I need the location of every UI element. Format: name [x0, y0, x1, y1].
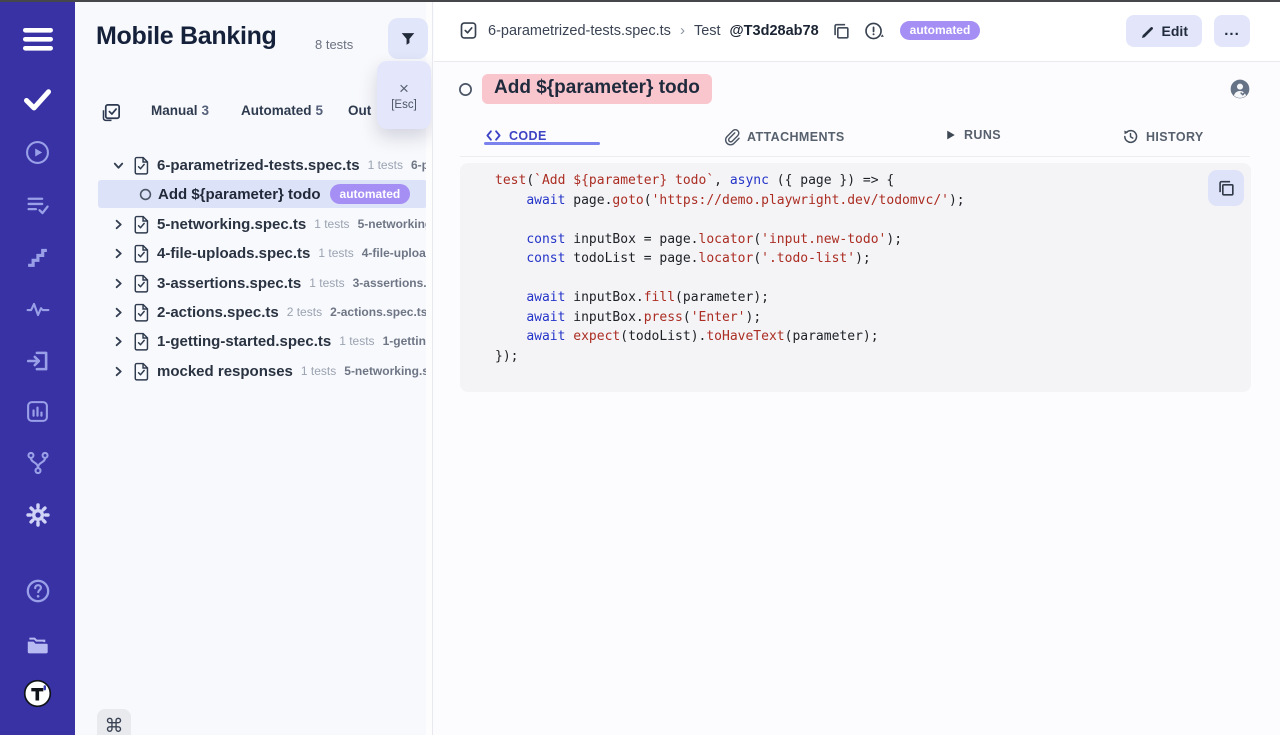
tab-attachments[interactable]: ATTACHMENTS: [723, 128, 845, 146]
test-id: @T3d28ab78: [730, 23, 819, 39]
test-circle-icon: [458, 82, 473, 97]
spec-file-icon: [132, 302, 151, 323]
reports-barchart-icon[interactable]: [0, 399, 75, 424]
tree-row-spec-file[interactable]: 5-networking.spec.ts 1 tests 5-networkin…: [75, 209, 433, 239]
project-title: Mobile Banking: [96, 22, 277, 51]
paperclip-icon: [723, 128, 740, 146]
copy-code-button[interactable]: [1208, 170, 1244, 206]
history-clock-icon: [1122, 128, 1139, 145]
tree-row-suite[interactable]: mocked responses 1 tests 5-networking.sp…: [75, 356, 433, 386]
pencil-icon: [1140, 23, 1155, 38]
tree-row-spec-file[interactable]: 2-actions.spec.ts 2 tests 2-actions.spec…: [75, 297, 433, 327]
runs-play-circle-icon[interactable]: [0, 140, 75, 165]
select-all-icon[interactable]: [101, 102, 122, 123]
branches-icon[interactable]: [0, 450, 75, 476]
settings-gear-icon[interactable]: [0, 502, 75, 528]
copy-icon: [1216, 178, 1236, 198]
app-navbar: [0, 0, 75, 735]
tree-row-spec-file[interactable]: 3-assertions.spec.ts 1 tests 3-assertion…: [75, 268, 433, 298]
tests-check-icon[interactable]: [0, 89, 75, 111]
tab-code[interactable]: CODE: [485, 128, 547, 143]
detail-tabs: CODE ATTACHMENTS RUNS HISTORY: [460, 124, 1250, 157]
tab-history[interactable]: HISTORY: [1122, 128, 1204, 145]
chevron-right-icon[interactable]: [112, 335, 125, 348]
breadcrumb-file[interactable]: 6-parametrized-tests.spec.ts: [488, 23, 671, 39]
chevron-down-icon[interactable]: [112, 159, 125, 172]
window-top-strip: [0, 0, 1280, 2]
breadcrumb: 6-parametrized-tests.spec.ts › Test @T3d…: [458, 20, 1126, 42]
copy-id-icon[interactable]: [831, 21, 851, 41]
assignee-avatar[interactable]: [1229, 78, 1251, 100]
code-block: test(`Add ${parameter} todo`, async ({ p…: [460, 163, 1251, 392]
code-lines: test(`Add ${parameter} todo`, async ({ p…: [495, 171, 1251, 366]
chevron-right-icon[interactable]: [112, 218, 125, 231]
chevron-right-icon[interactable]: [112, 365, 125, 378]
ellipsis-icon: ...: [1224, 22, 1240, 39]
menu-icon[interactable]: [0, 28, 75, 51]
header-actions: Edit ...: [1126, 15, 1250, 47]
test-plans-list-check-icon[interactable]: [0, 193, 75, 218]
milestones-stairs-icon[interactable]: [0, 245, 75, 270]
chevron-right-icon[interactable]: [112, 277, 125, 290]
activity-pulse-icon[interactable]: [0, 297, 75, 322]
command-icon: ⌘: [105, 715, 124, 735]
command-shortcut-button[interactable]: ⌘: [97, 709, 131, 735]
app-logo[interactable]: [0, 679, 75, 708]
test-detail-panel: 6-parametrized-tests.spec.ts › Test @T3d…: [434, 0, 1280, 735]
breadcrumb-test-label: Test: [694, 23, 721, 39]
filter-funnel-icon: [399, 30, 417, 48]
filter-popup: × [Esc]: [377, 61, 431, 129]
active-tab-underline: [484, 142, 600, 145]
filter-button[interactable]: [388, 18, 428, 59]
tree-row-spec-file[interactable]: 1-getting-started.spec.ts 1 tests 1-gett…: [75, 326, 433, 356]
play-icon: [944, 128, 957, 142]
spec-file-icon: [132, 214, 151, 235]
doc-check-icon: [458, 20, 479, 41]
more-options-button[interactable]: ...: [1214, 15, 1250, 47]
tree-row-spec-file[interactable]: 4-file-uploads.spec.ts 1 tests 4-file-up…: [75, 238, 433, 268]
spec-file-icon: [132, 361, 151, 382]
tab-manual[interactable]: Manual3: [151, 103, 209, 118]
test-title-row: Add ${parameter} todo: [458, 74, 712, 104]
help-question-icon[interactable]: [0, 578, 75, 604]
selected-test-row[interactable]: Add ${parameter} todo automated: [98, 180, 427, 208]
test-title: Add ${parameter} todo: [482, 74, 712, 104]
tree-row-spec-file[interactable]: 6-parametrized-tests.spec.ts 1 tests 6-p…: [75, 150, 433, 180]
chevron-right-icon[interactable]: [112, 247, 125, 260]
tab-runs[interactable]: RUNS: [944, 128, 1001, 142]
sync-alert-icon[interactable]: [863, 20, 885, 42]
detail-header: 6-parametrized-tests.spec.ts › Test @T3d…: [434, 0, 1280, 62]
automated-badge: automated: [900, 21, 981, 40]
chevron-right-icon[interactable]: [112, 306, 125, 319]
edit-button[interactable]: Edit: [1126, 15, 1202, 47]
tab-outdated[interactable]: Out: [348, 103, 371, 118]
automated-badge: automated: [330, 184, 411, 203]
tab-automated[interactable]: Automated5: [241, 103, 323, 118]
spec-file-icon: [132, 273, 151, 294]
spec-file-icon: [132, 331, 151, 352]
breadcrumb-separator: ›: [680, 22, 685, 39]
import-signin-icon[interactable]: [0, 348, 75, 374]
tests-sidebar: Mobile Banking 8 tests Manual3 Automated…: [75, 0, 433, 735]
spec-file-icon: [132, 155, 151, 176]
projects-folders-icon[interactable]: [0, 631, 75, 657]
tests-count: 8 tests: [315, 37, 353, 52]
esc-hint: [Esc]: [391, 99, 417, 111]
spec-file-icon: [132, 243, 151, 264]
close-icon[interactable]: ×: [399, 80, 409, 97]
code-icon: [485, 128, 502, 143]
test-circle-icon: [139, 188, 152, 201]
